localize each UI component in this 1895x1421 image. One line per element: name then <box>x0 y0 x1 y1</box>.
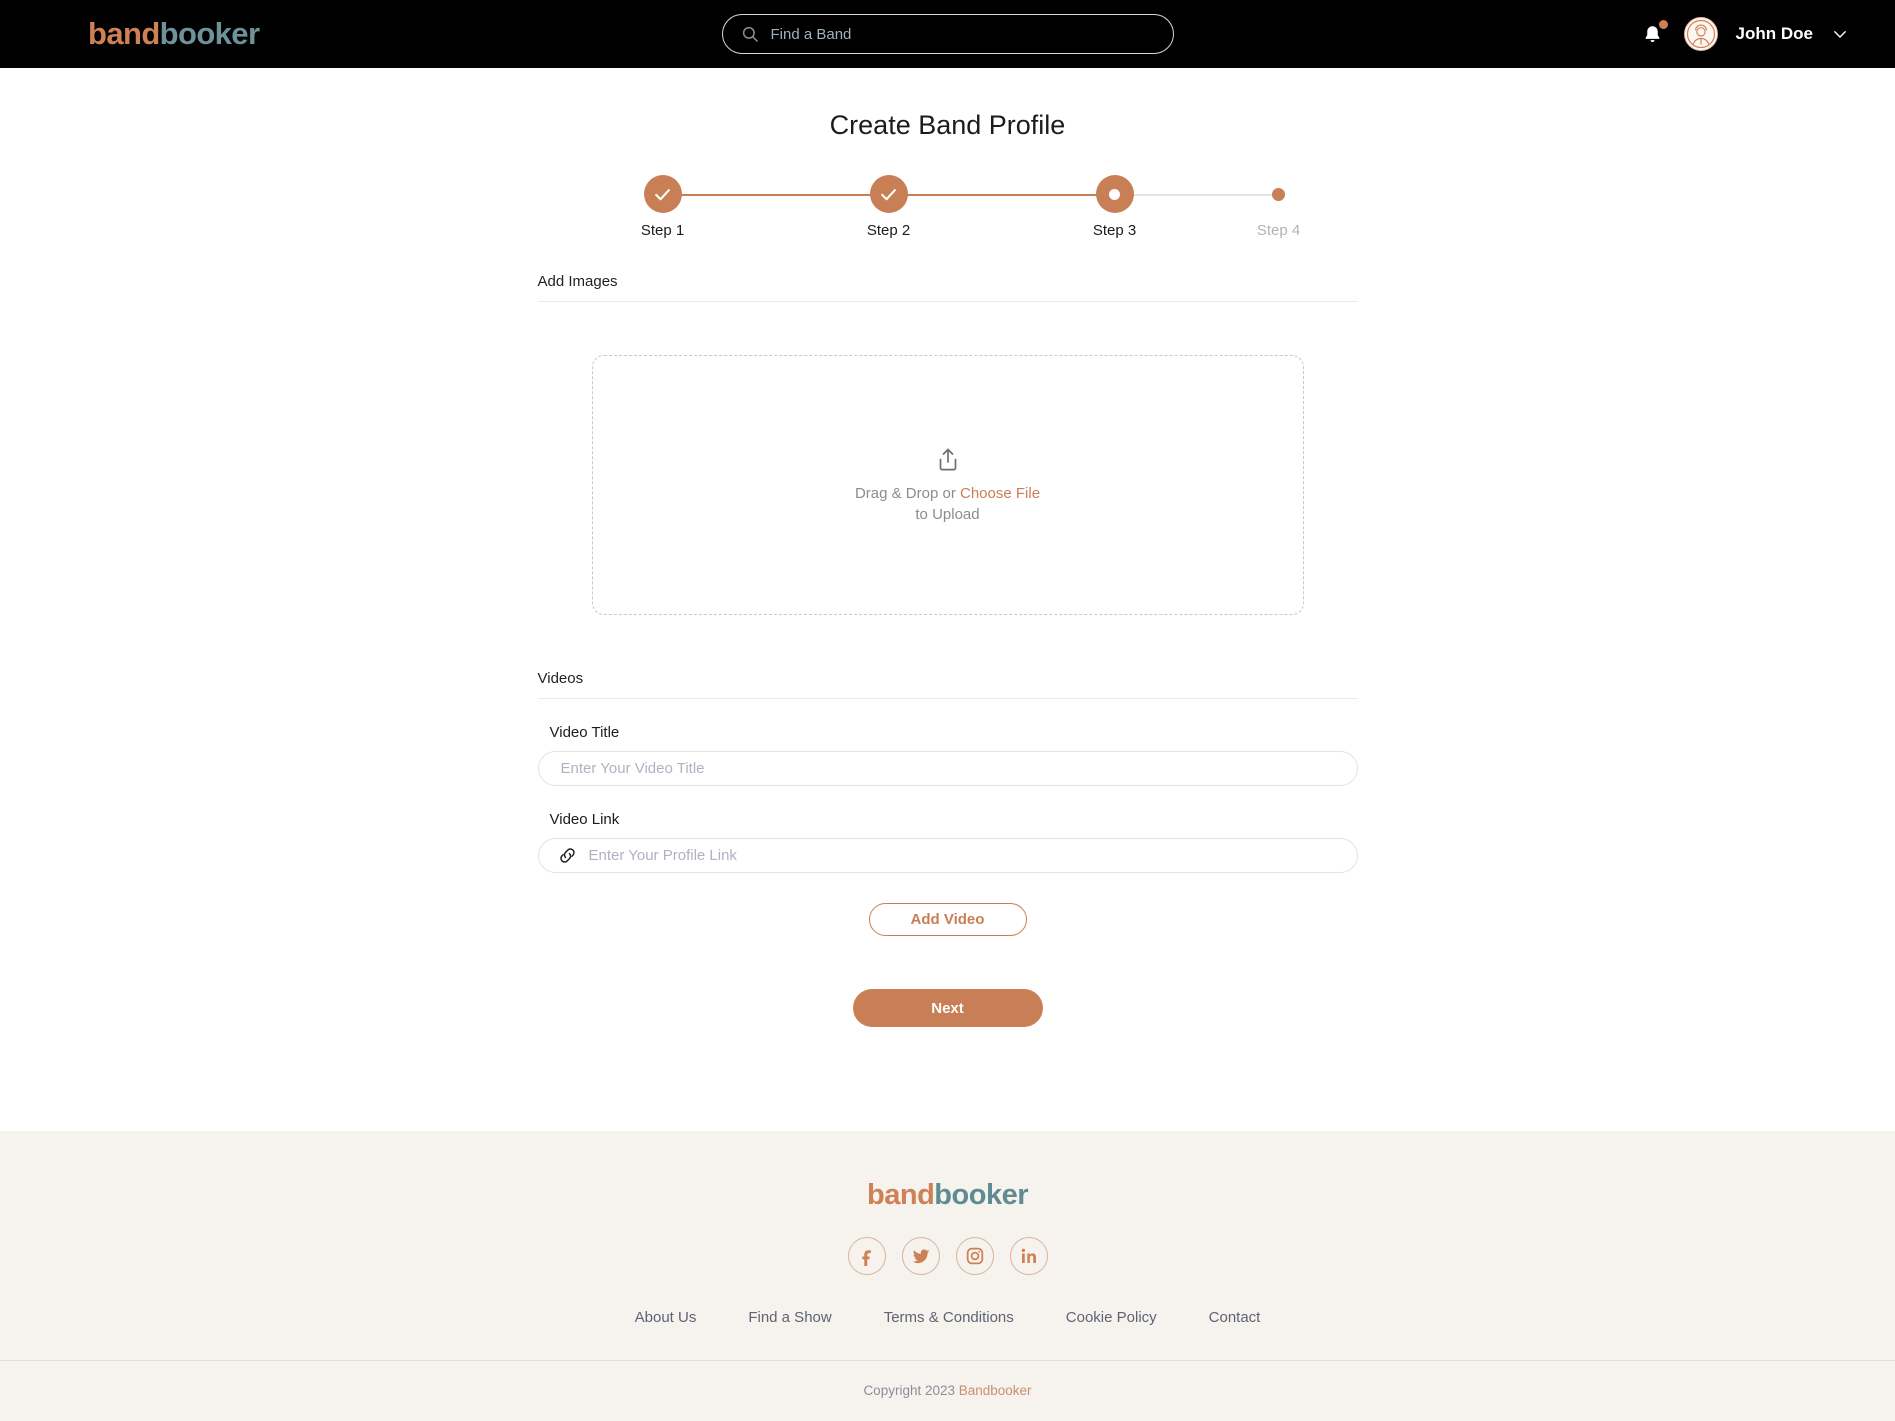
linkedin-link[interactable] <box>1009 1237 1048 1275</box>
search-icon <box>742 26 758 42</box>
footer-link-list: About Us Find a Show Terms & Conditions … <box>635 1309 1261 1326</box>
video-title-label: Video Title <box>549 724 620 741</box>
add-images-section-label: Add Images <box>537 273 1358 302</box>
progress-stepper: Step 1 Step 2 Step 3 Step 4 <box>618 175 1300 239</box>
check-icon <box>655 188 670 200</box>
stepper-active-indicator <box>1109 188 1120 200</box>
stepper-step-4-dot <box>1272 188 1285 201</box>
brand-logo-band: band <box>88 16 160 51</box>
footer-link-contact[interactable]: Contact <box>1209 1309 1261 1326</box>
footer-logo-booker: booker <box>934 1179 1028 1211</box>
stepper-step-1-label: Step 1 <box>640 222 685 239</box>
next-button[interactable]: Next <box>852 989 1043 1027</box>
stepper-step-3-dot <box>1095 175 1134 213</box>
stepper-step-2[interactable]: Step 2 <box>844 175 934 239</box>
header-right-cluster: John Doe <box>1640 17 1849 51</box>
page-root: bandbooker Find a Band John Doe Create B… <box>0 0 1895 1421</box>
footer-brand-logo[interactable]: bandbooker <box>867 1179 1028 1212</box>
footer-logo-band: band <box>867 1179 935 1211</box>
instagram-icon <box>966 1247 983 1265</box>
notifications-button[interactable] <box>1640 19 1668 49</box>
notification-badge-dot <box>1658 20 1668 29</box>
instagram-link[interactable] <box>955 1237 994 1275</box>
linkedin-icon <box>1021 1248 1036 1263</box>
videos-section-label: Videos <box>537 670 1358 699</box>
chevron-down-icon[interactable] <box>1831 25 1849 43</box>
stepper-step-1-dot <box>643 175 682 213</box>
dropzone-wrapper: Drag & Drop or Choose File to Upload <box>538 302 1358 615</box>
check-icon <box>881 188 896 200</box>
video-link-input[interactable] <box>537 838 1358 873</box>
stepper-step-4[interactable]: Step 4 <box>1234 175 1324 239</box>
profile-form: Add Images Drag & Drop or Choose File to… <box>537 273 1358 1027</box>
next-row: Next <box>538 989 1358 1027</box>
site-footer: bandbooker About Us Find a Show Terms & … <box>0 1131 1895 1421</box>
dropzone-text-prefix: Drag & Drop or <box>854 484 960 502</box>
avatar[interactable] <box>1683 17 1718 51</box>
stepper-step-3-label: Step 3 <box>1092 222 1137 239</box>
top-header: bandbooker Find a Band John Doe <box>0 0 1895 68</box>
copyright-brand[interactable]: Bandbooker <box>959 1383 1032 1398</box>
dropzone-text: Drag & Drop or Choose File to Upload <box>855 483 1040 525</box>
username-label: John Doe <box>1735 24 1813 43</box>
add-video-button[interactable]: Add Video <box>868 903 1027 936</box>
facebook-link[interactable] <box>847 1237 886 1275</box>
twitter-link[interactable] <box>901 1237 940 1275</box>
search-input[interactable] <box>770 25 1155 43</box>
footer-link-terms-conditions[interactable]: Terms & Conditions <box>884 1309 1014 1326</box>
add-video-row: Add Video <box>538 903 1358 936</box>
search-bar[interactable] <box>721 14 1174 54</box>
footer-link-cookie-policy[interactable]: Cookie Policy <box>1066 1309 1157 1326</box>
stepper-step-3[interactable]: Step 3 <box>1070 175 1160 239</box>
stepper-step-4-label: Step 4 <box>1256 222 1301 239</box>
copyright-prefix: Copyright 2023 <box>863 1383 959 1398</box>
stepper-step-2-dot <box>869 175 908 213</box>
upload-icon <box>939 448 956 470</box>
main-content: Create Band Profile Step 1 Step 2 Step 3… <box>0 68 1895 1131</box>
page-title: Create Band Profile <box>829 110 1066 140</box>
avatar-person-icon <box>1686 19 1715 49</box>
facebook-icon <box>861 1250 871 1266</box>
twitter-icon <box>912 1249 929 1264</box>
footer-link-find-a-show[interactable]: Find a Show <box>748 1309 831 1326</box>
copyright-text: Copyright 2023 Bandbooker <box>863 1361 1031 1420</box>
image-dropzone[interactable]: Drag & Drop or Choose File to Upload <box>591 355 1304 615</box>
stepper-step-2-label: Step 2 <box>866 222 911 239</box>
footer-link-about-us[interactable]: About Us <box>635 1309 697 1326</box>
social-links <box>847 1237 1048 1275</box>
video-link-label: Video Link <box>549 811 620 828</box>
stepper-step-1[interactable]: Step 1 <box>618 175 708 239</box>
brand-logo[interactable]: bandbooker <box>88 16 260 52</box>
video-title-input[interactable] <box>537 751 1358 786</box>
video-link-field-wrapper <box>537 838 1358 873</box>
dropzone-text-suffix: to Upload <box>915 505 980 523</box>
brand-logo-booker: booker <box>159 16 260 51</box>
choose-file-link[interactable]: Choose File <box>960 485 1040 502</box>
